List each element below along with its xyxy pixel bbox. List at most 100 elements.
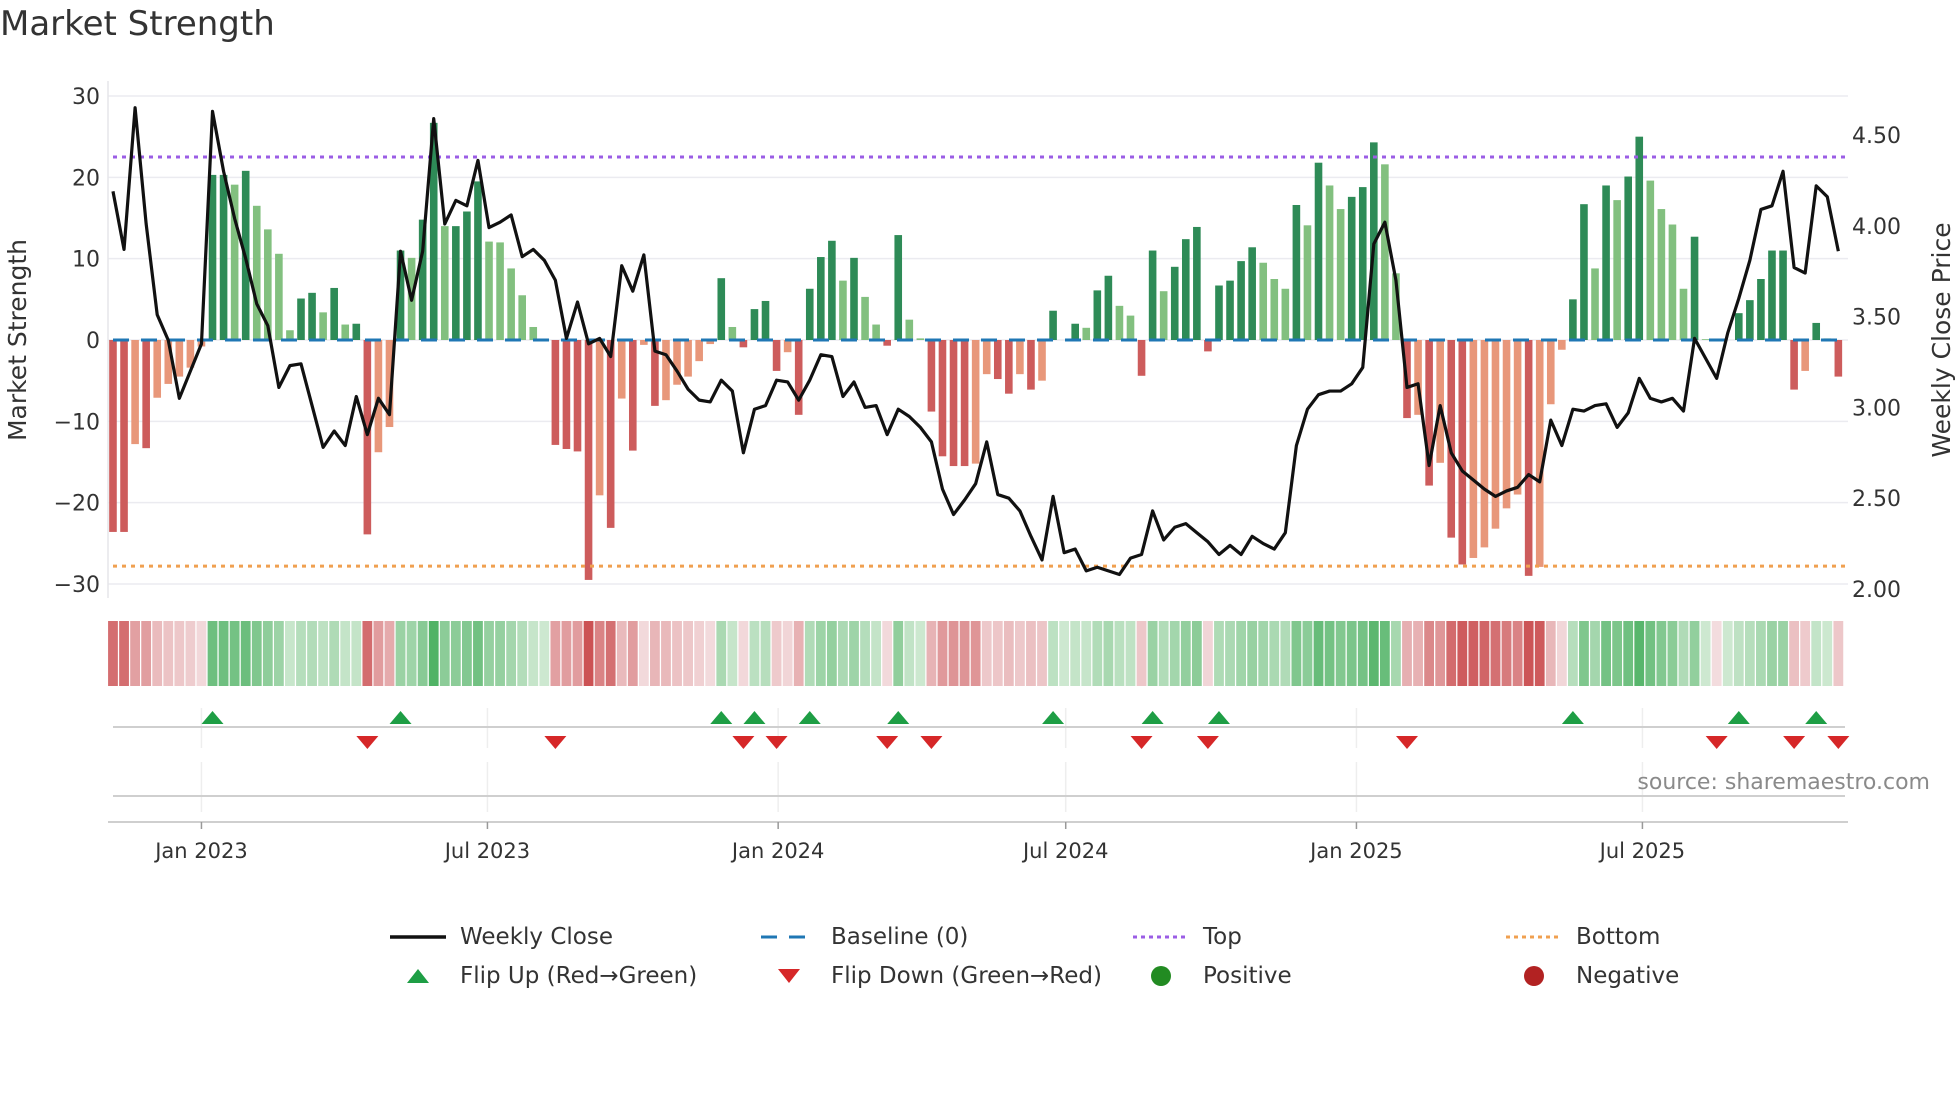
heat-cell [1523, 621, 1534, 686]
x-tick-label: Jul 2023 [443, 839, 530, 863]
strength-bar [1016, 340, 1024, 375]
heat-cell [1623, 621, 1634, 686]
heat-cell [506, 621, 517, 686]
strength-bar [960, 340, 969, 467]
strength-bar [374, 340, 383, 453]
heat-cell [1225, 621, 1235, 686]
heat-cell [318, 621, 329, 686]
strength-bar [1613, 200, 1621, 340]
strength-bar [628, 340, 637, 451]
strength-bar [1115, 305, 1124, 340]
heat-cell [1534, 621, 1545, 686]
strength-bar [275, 253, 283, 340]
strength-bar [1292, 204, 1301, 340]
heat-cell [1822, 621, 1833, 686]
heat-cell [1125, 621, 1136, 686]
strength-bar [518, 295, 526, 340]
heat-cell [594, 621, 605, 686]
heat-cell [473, 621, 483, 686]
strength-bar [1657, 209, 1666, 340]
heat-cell [1435, 621, 1446, 686]
heat-cell [1512, 621, 1523, 686]
heat-cell [882, 621, 893, 686]
heat-cell [1733, 621, 1744, 686]
strength-bar [1347, 196, 1356, 340]
strength-bar [1569, 299, 1577, 340]
heat-cell [1722, 621, 1733, 686]
strength-bar [1624, 176, 1632, 340]
strength-bar [1104, 275, 1113, 340]
legend-label: Baseline (0) [831, 924, 969, 950]
heat-cell [1180, 621, 1191, 686]
heat-cell [1700, 621, 1711, 686]
strength-bar [1734, 313, 1743, 340]
strength-bar [1170, 266, 1179, 340]
strength-bar [363, 340, 372, 535]
strength-bar [805, 288, 814, 340]
heat-cell [1048, 621, 1058, 686]
heat-cell [1258, 621, 1269, 686]
strength-bar [1469, 340, 1478, 558]
heat-cell [1037, 621, 1047, 686]
heat-cell [218, 621, 229, 686]
y-tick-label: 30 [72, 85, 100, 110]
strength-bar [1591, 268, 1599, 340]
flip-down-marker [544, 736, 567, 749]
strength-bar [529, 326, 538, 340]
flip-up-marker [1727, 711, 1750, 724]
flip-up-marker [887, 711, 910, 724]
legend-baseline-icon [761, 935, 817, 939]
heat-cell [1191, 621, 1202, 686]
flip-down-marker [1130, 736, 1153, 749]
heat-cell [550, 621, 561, 686]
legend-label: Top [1203, 924, 1242, 950]
strength-bar [1038, 340, 1046, 381]
legend-label: Weekly Close [460, 924, 613, 950]
strength-bar [1325, 185, 1334, 340]
strength-bar [783, 340, 792, 353]
heat-cell [694, 621, 705, 686]
heat-cell [672, 621, 682, 686]
legend-positive-icon [1151, 966, 1171, 986]
strength-bar [761, 300, 770, 340]
heat-cell [528, 621, 539, 686]
flip-down-marker [920, 736, 943, 749]
strength-bar [297, 298, 305, 340]
strength-bar [949, 340, 958, 467]
heat-cell [948, 621, 959, 686]
heat-cell [1767, 621, 1777, 686]
heat-cell [683, 621, 693, 686]
strength-bar [1524, 340, 1533, 576]
strength-bar [142, 340, 150, 449]
strength-bar [606, 340, 615, 528]
heat-cell [1059, 621, 1070, 686]
legend-item-positive: Positive [1131, 959, 1292, 993]
strength-bar [352, 323, 361, 340]
heat-cell [1601, 621, 1611, 686]
strength-bar [916, 338, 925, 340]
legend-top-icon [1133, 935, 1189, 939]
heat-cell [1590, 621, 1600, 686]
heat-cell [749, 621, 760, 686]
heat-cell [1291, 621, 1302, 686]
y2-tick-label: 2.00 [1852, 578, 1901, 603]
heat-cell [1158, 621, 1169, 686]
heat-cell [185, 621, 196, 686]
flip-up-marker [1561, 711, 1584, 724]
strength-bar [1181, 239, 1190, 340]
strength-bar [496, 242, 504, 340]
heat-cell [1811, 621, 1822, 686]
heat-cell [141, 621, 152, 686]
legend: Weekly Close Baseline (0) Top Bottom Flip Up… [0, 920, 1960, 1010]
flip-down-marker [1705, 736, 1728, 749]
heat-cell [1567, 621, 1578, 686]
strength-bar [440, 226, 449, 340]
strength-bar [1381, 164, 1389, 340]
strength-bar [341, 324, 350, 340]
strength-bar [452, 226, 460, 340]
flip-up-marker [1207, 711, 1230, 724]
strength-bar [1303, 225, 1312, 340]
strength-bar [971, 340, 980, 464]
flip-up-marker [201, 711, 224, 724]
heat-cell [119, 621, 129, 686]
